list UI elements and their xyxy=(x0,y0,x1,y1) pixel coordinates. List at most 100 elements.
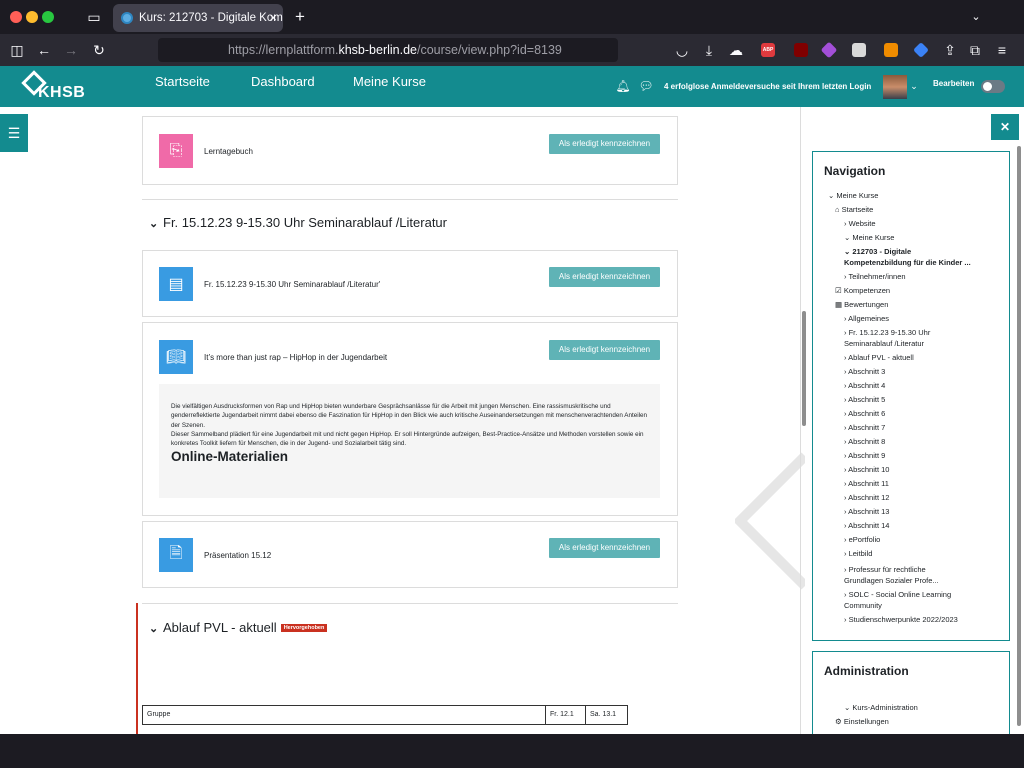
nav-item[interactable]: › Abschnitt 13 xyxy=(844,506,889,517)
close-drawer-button[interactable]: ✕ xyxy=(991,114,1019,140)
mark-done-button[interactable]: Als erledigt kennzeichnen xyxy=(549,134,660,154)
nav-item[interactable]: › Abschnitt 4 xyxy=(844,380,885,391)
notification-bell-icon[interactable]: 🔔︎ xyxy=(613,70,633,102)
nav-label: Abschnitt 4 xyxy=(848,381,886,390)
nav-item[interactable]: › Abschnitt 8 xyxy=(844,436,885,447)
nav-item[interactable]: › Abschnitt 9 xyxy=(844,450,885,461)
nav-item[interactable]: › Studienschwerpunkte 2022/2023 xyxy=(844,614,958,625)
nav-einstellungen[interactable]: ⚙ Einstellungen xyxy=(835,716,889,727)
nav-item[interactable]: › Abschnitt 14 xyxy=(844,520,889,531)
sidebar-separator xyxy=(800,107,801,734)
share-icon[interactable]: ⇪ xyxy=(940,34,960,66)
nav-item[interactable]: › Teilnehmer/innen xyxy=(844,271,906,282)
zoom-window-button[interactable] xyxy=(42,11,54,23)
nav-item[interactable]: ⌄ Meine Kurse xyxy=(844,232,894,243)
nav-item[interactable]: › Allgemeines xyxy=(844,313,889,324)
background-watermark xyxy=(735,452,805,590)
nav-kurs-administration[interactable]: ⌄ Kurs-Administration xyxy=(844,702,918,713)
sidebar-scrollbar[interactable] xyxy=(1017,146,1021,726)
login-notice: 4 erfolglose Anmeldeversuche seit Ihrem … xyxy=(664,82,872,91)
section-heading[interactable]: ⌄ Ablauf PVL - aktuell Hervorgehoben xyxy=(149,620,328,635)
nav-item[interactable]: ⌂ Startseite xyxy=(835,204,873,215)
nav-label: Meine Kurse xyxy=(836,191,879,200)
menu-startseite[interactable]: Startseite xyxy=(155,66,210,97)
extension-badge-icon[interactable] xyxy=(884,43,898,57)
url-prefix: https://lernplattform. xyxy=(228,43,339,57)
schedule-table-header: Gruppe Fr. 12.1 Sa. 13.1 xyxy=(142,705,628,725)
chevron-down-icon[interactable]: ⌄ xyxy=(149,217,163,230)
mark-done-button[interactable]: Als erledigt kennzeichnen xyxy=(549,267,660,287)
menu-dashboard[interactable]: Dashboard xyxy=(251,66,315,97)
nav-item[interactable]: Community xyxy=(844,600,882,611)
book-icon[interactable]: 📖︎ xyxy=(159,340,193,374)
close-window-button[interactable] xyxy=(10,11,22,23)
sidebar-toggle-icon[interactable]: ◫ xyxy=(7,34,27,66)
online-materials-heading: Online-Materialien xyxy=(171,449,289,465)
tab-overview-icon[interactable]: ▭ xyxy=(84,1,104,33)
nav-item[interactable]: › Abschnitt 3 xyxy=(844,366,885,377)
nav-item[interactable]: ☑ Kompetenzen xyxy=(835,285,890,296)
extension-cloud-icon[interactable]: ☁ xyxy=(726,34,746,66)
activity-title[interactable]: Fr. 15.12.23 9-15.30 Uhr Seminarablauf /… xyxy=(204,280,380,289)
nav-item[interactable]: › Abschnitt 5 xyxy=(844,394,885,405)
nav-item[interactable]: › Abschnitt 7 xyxy=(844,422,885,433)
section-heading[interactable]: ⌄ Fr. 15.12.23 9-15.30 Uhr Seminarablauf … xyxy=(149,215,447,230)
nav-item[interactable]: › Leitbild xyxy=(844,548,872,559)
nav-item[interactable]: ▦ Bewertungen xyxy=(835,299,888,310)
downloads-icon[interactable]: ⤓ xyxy=(699,34,719,66)
ublock-icon[interactable] xyxy=(794,43,808,57)
mark-done-button[interactable]: Als erledigt kennzeichnen xyxy=(549,340,660,360)
section-title: Ablauf PVL - aktuell xyxy=(163,620,277,635)
nav-item[interactable]: › Fr. 15.12.23 9-15.30 Uhr xyxy=(844,327,930,338)
nav-item[interactable]: ⌄ 212703 - Digitale xyxy=(844,246,911,257)
menu-meine-kurse[interactable]: Meine Kurse xyxy=(353,66,426,97)
url-bar[interactable]: https://lernplattform.khsb-berlin.de/cou… xyxy=(158,38,618,62)
app-menu-icon[interactable]: ≡ xyxy=(992,34,1012,66)
edit-mode-toggle[interactable] xyxy=(981,80,1005,93)
nav-item[interactable]: Seminarablauf /Literatur xyxy=(844,338,924,349)
nav-item[interactable]: › SOLC - Social Online Learning xyxy=(844,589,951,600)
activity-title[interactable]: Lerntagebuch xyxy=(204,147,253,156)
nav-label: Allgemeines xyxy=(848,314,890,323)
presentation-file-icon[interactable]: 🗎︎ xyxy=(159,538,193,572)
activity-title[interactable]: It’s more than just rap – HipHop in der … xyxy=(204,353,387,362)
extension-doc-icon[interactable] xyxy=(852,43,866,57)
nav-label: Abschnitt 6 xyxy=(848,409,886,418)
table-header-cell: Gruppe xyxy=(143,706,546,724)
adblock-icon[interactable]: ABP xyxy=(761,43,775,57)
new-tab-icon[interactable]: + xyxy=(290,1,310,33)
pocket-icon[interactable]: ◡ xyxy=(672,34,692,66)
nav-label: Kurs-Administration xyxy=(852,703,918,712)
close-tab-icon[interactable]: × xyxy=(269,4,277,32)
nav-item[interactable]: Kompetenzbildung für die Kinder ... xyxy=(844,257,971,268)
user-menu-chevron-icon[interactable]: ⌄ xyxy=(904,74,924,98)
page-icon[interactable]: ▤ xyxy=(159,267,193,301)
extensions-puzzle-icon[interactable]: ⧉ xyxy=(965,34,985,66)
open-drawer-button[interactable]: ☰ xyxy=(0,114,28,152)
nav-label: Seminarablauf /Literatur xyxy=(844,339,925,348)
nav-label: Startseite xyxy=(841,205,874,214)
minimize-window-button[interactable] xyxy=(26,11,38,23)
nav-label: Abschnitt 9 xyxy=(848,451,886,460)
nav-item[interactable]: › Professur für rechtliche xyxy=(844,564,926,575)
main-scrollbar[interactable] xyxy=(802,311,806,426)
activity-title[interactable]: Präsentation 15.12 xyxy=(204,551,271,560)
nav-item[interactable]: › ePortfolio xyxy=(844,534,880,545)
nav-item[interactable]: › Ablauf PVL - aktuell xyxy=(844,352,914,363)
back-icon[interactable]: ← xyxy=(34,34,54,66)
reload-icon[interactable]: ↻ xyxy=(89,34,109,66)
list-tabs-icon[interactable]: ⌄ xyxy=(966,1,986,33)
nav-item[interactable]: › Abschnitt 11 xyxy=(844,478,889,489)
journal-icon[interactable]: ⎘ xyxy=(159,134,193,168)
nav-item[interactable]: › Abschnitt 10 xyxy=(844,464,889,475)
forward-icon[interactable]: → xyxy=(61,34,81,66)
browser-tab-active[interactable]: Kurs: 212703 - Digitale Kompete × xyxy=(113,4,283,32)
nav-item[interactable]: Grundlagen Sozialer Profe... xyxy=(844,575,939,586)
chevron-down-icon[interactable]: ⌄ xyxy=(149,622,163,635)
nav-item[interactable]: › Website xyxy=(844,218,876,229)
messages-icon[interactable]: 💬︎ xyxy=(636,70,656,102)
mark-done-button[interactable]: Als erledigt kennzeichnen xyxy=(549,538,660,558)
nav-item[interactable]: ⌄ Meine Kurse xyxy=(828,190,878,201)
nav-item[interactable]: › Abschnitt 12 xyxy=(844,492,889,503)
nav-item[interactable]: › Abschnitt 6 xyxy=(844,408,885,419)
